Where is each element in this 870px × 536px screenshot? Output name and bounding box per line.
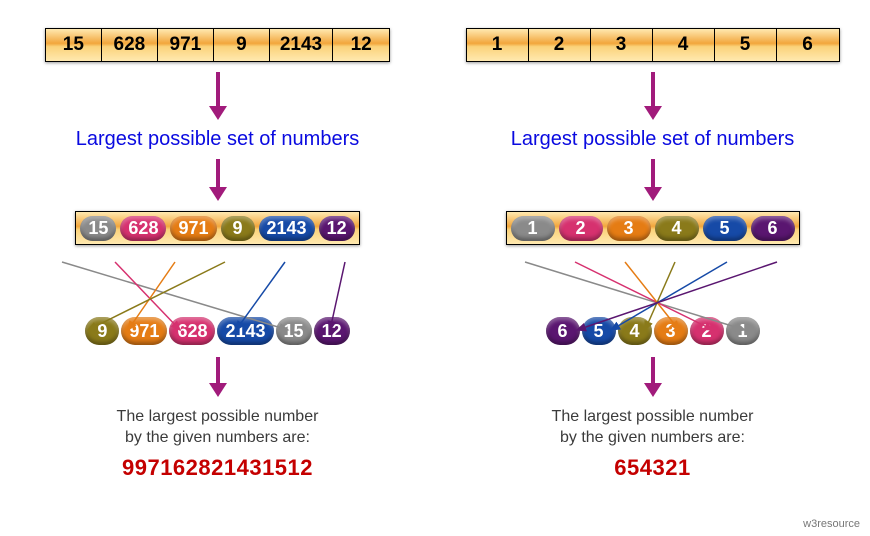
sorted-row-right: 6 5 4 3 2 1 xyxy=(546,317,760,345)
array-cell: 1 xyxy=(467,29,529,61)
result-description: The largest possible number by the given… xyxy=(117,407,319,449)
array-cell: 3 xyxy=(591,29,653,61)
pill: 12 xyxy=(319,216,355,241)
sorted-pill: 9 xyxy=(85,317,119,345)
pill: 4 xyxy=(655,216,699,241)
pill: 6 xyxy=(751,216,795,241)
pill: 2143 xyxy=(259,216,315,241)
array-cell: 9 xyxy=(214,29,270,61)
right-example: 1 2 3 4 5 6 Largest possible set of numb… xyxy=(435,0,870,536)
sorted-pill: 2 xyxy=(690,317,724,345)
sorted-pill: 2143 xyxy=(217,317,273,345)
sorted-row-left: 9 971 628 2143 15 12 xyxy=(85,317,349,345)
array-cell: 12 xyxy=(333,29,389,61)
sorted-pill: 1 xyxy=(726,317,760,345)
result-description: The largest possible number by the given… xyxy=(552,407,754,449)
pill: 3 xyxy=(607,216,651,241)
result-number: 654321 xyxy=(614,455,690,481)
sorted-pill: 15 xyxy=(276,317,312,345)
pill: 1 xyxy=(511,216,555,241)
pill-strip-right: 1 2 3 4 5 6 xyxy=(506,211,800,245)
array-cell: 628 xyxy=(102,29,158,61)
array-cell: 5 xyxy=(715,29,777,61)
sorted-pill: 3 xyxy=(654,317,688,345)
left-example: 15 628 971 9 2143 12 Largest possible se… xyxy=(0,0,435,536)
array-cell: 971 xyxy=(158,29,214,61)
array-cell: 6 xyxy=(777,29,839,61)
pill: 2 xyxy=(559,216,603,241)
sorted-pill: 12 xyxy=(314,317,350,345)
sorted-pill: 4 xyxy=(618,317,652,345)
array-cell: 2 xyxy=(529,29,591,61)
array-cell: 4 xyxy=(653,29,715,61)
sorted-pill: 628 xyxy=(169,317,215,345)
input-array-left: 15 628 971 9 2143 12 xyxy=(45,28,390,62)
caption-text: Largest possible set of numbers xyxy=(511,128,795,151)
caption-text: Largest possible set of numbers xyxy=(76,128,360,151)
diagram-container: 15 628 971 9 2143 12 Largest possible se… xyxy=(0,0,870,536)
array-cell: 2143 xyxy=(270,29,333,61)
array-cell: 15 xyxy=(46,29,102,61)
pill: 9 xyxy=(221,216,255,241)
pill: 15 xyxy=(80,216,116,241)
pill: 971 xyxy=(170,216,216,241)
sorted-pill: 971 xyxy=(121,317,167,345)
pill: 5 xyxy=(703,216,747,241)
input-array-right: 1 2 3 4 5 6 xyxy=(466,28,840,62)
sorted-pill: 5 xyxy=(582,317,616,345)
footer-credit: w3resource xyxy=(803,518,860,530)
result-number: 997162821431512 xyxy=(122,455,313,481)
pill: 628 xyxy=(120,216,166,241)
pill-strip-left: 15 628 971 9 2143 12 xyxy=(75,211,359,245)
sorted-pill: 6 xyxy=(546,317,580,345)
